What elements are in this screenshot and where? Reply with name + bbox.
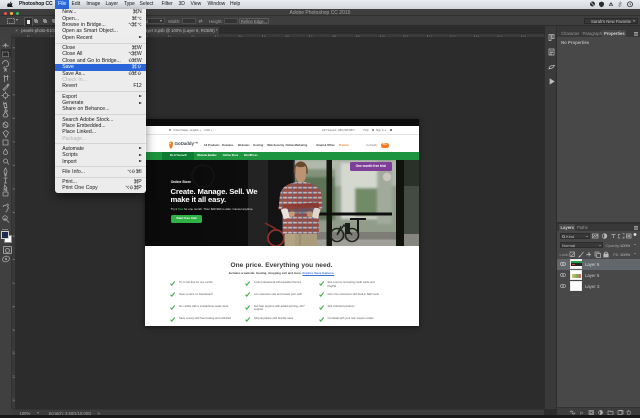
svg-text:2: 2 [12, 164, 15, 166]
svg-text:10: 10 [381, 34, 385, 38]
svg-text:7: 7 [12, 282, 15, 284]
svg-text:5: 5 [263, 34, 265, 38]
svg-text:6: 6 [12, 258, 15, 260]
svg-text:15: 15 [499, 34, 503, 38]
svg-text:9: 9 [357, 34, 359, 38]
svg-text:2: 2 [12, 70, 15, 72]
svg-text:8: 8 [334, 34, 336, 38]
svg-text:0: 0 [146, 34, 148, 38]
svg-text:4: 4 [12, 211, 15, 213]
svg-text:fx: fx [580, 410, 583, 415]
svg-text:0: 0 [12, 117, 15, 119]
svg-text:2: 2 [193, 34, 195, 38]
svg-text:10: 10 [12, 351, 15, 355]
svg-text:3: 3 [12, 188, 15, 190]
svg-text:16: 16 [522, 34, 526, 38]
svg-text:8: 8 [12, 305, 15, 307]
svg-text:6: 6 [287, 34, 289, 38]
svg-text:4: 4 [240, 34, 242, 38]
svg-text:3: 3 [216, 34, 218, 38]
svg-text:14: 14 [475, 34, 479, 38]
svg-text:5: 5 [28, 34, 30, 38]
svg-text:9: 9 [12, 329, 15, 331]
svg-text:12: 12 [12, 398, 15, 402]
svg-text:7: 7 [310, 34, 312, 38]
svg-text:1: 1 [12, 94, 15, 96]
svg-text:5: 5 [12, 235, 15, 237]
svg-text:11: 11 [405, 34, 408, 38]
svg-text:13: 13 [452, 34, 456, 38]
svg-text:1: 1 [12, 141, 15, 143]
svg-text:12: 12 [428, 34, 432, 38]
svg-text:4: 4 [52, 34, 54, 38]
svg-text:1: 1 [169, 34, 171, 38]
svg-text:3: 3 [12, 47, 15, 49]
svg-text:11: 11 [12, 374, 15, 377]
